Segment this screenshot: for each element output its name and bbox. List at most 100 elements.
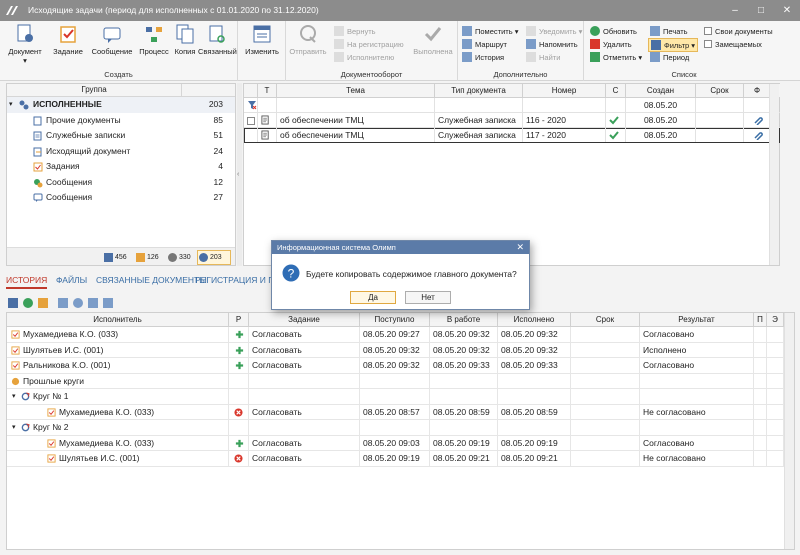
filter-badge-selected[interactable]: 203 bbox=[197, 250, 231, 265]
group-item[interactable]: Прочие документы 85 bbox=[7, 113, 235, 129]
clear-filter-icon[interactable] bbox=[247, 100, 257, 110]
new-task-button[interactable]: Задание bbox=[52, 23, 84, 56]
table-view-icon[interactable] bbox=[88, 298, 98, 308]
count-column-header[interactable] bbox=[183, 84, 235, 96]
delete-button[interactable]: Удалить bbox=[590, 38, 632, 52]
group-item[interactable]: Служебные записки 51 bbox=[7, 128, 235, 144]
row-checkbox[interactable] bbox=[247, 116, 255, 125]
folder-icon[interactable] bbox=[38, 298, 48, 308]
subject-column-header[interactable]: Тема bbox=[277, 84, 435, 97]
past-rounds-row[interactable]: Прошлые круги bbox=[7, 373, 794, 389]
dialog-close-icon[interactable]: ✕ bbox=[516, 241, 524, 254]
task-icon bbox=[11, 361, 20, 370]
send-button[interactable]: Отправить bbox=[288, 23, 328, 56]
history-scrollbar[interactable] bbox=[784, 313, 794, 549]
history-button[interactable]: История bbox=[462, 51, 504, 65]
rejected-icon bbox=[234, 454, 243, 463]
attachment-icon[interactable] bbox=[753, 115, 763, 126]
to-register-button[interactable]: На регистрацию bbox=[334, 38, 404, 52]
filter-badge[interactable]: 126 bbox=[135, 251, 159, 264]
status-column-header[interactable]: С bbox=[606, 84, 626, 97]
document-row[interactable]: об обеспечении ТМЦ Служебная записка 116… bbox=[244, 113, 780, 128]
group-column-header[interactable]: Группа bbox=[7, 84, 182, 96]
tab-files[interactable]: ФАЙЛЫ bbox=[56, 275, 87, 285]
file-column-header[interactable]: Ф bbox=[744, 84, 770, 97]
p-column-header[interactable]: П bbox=[754, 313, 767, 326]
inwork-column-header[interactable]: В работе bbox=[430, 313, 498, 326]
refresh-button[interactable]: Обновить bbox=[590, 25, 637, 39]
clock-icon[interactable] bbox=[73, 298, 83, 308]
group-item[interactable]: Исходящий документ 24 bbox=[7, 144, 235, 160]
history-row[interactable]: Шулятьев И.С. (001) Согласовать 08.05.20… bbox=[7, 451, 794, 467]
e-column-header[interactable]: Э bbox=[767, 313, 784, 326]
print-button[interactable]: Печать bbox=[650, 25, 688, 39]
task-column-header[interactable]: Задание bbox=[249, 313, 360, 326]
yes-button[interactable]: Да bbox=[350, 291, 396, 304]
edit-button[interactable]: Изменить bbox=[244, 23, 280, 56]
remind-button[interactable]: Напомнить bbox=[526, 38, 578, 52]
notify-button[interactable]: Уведомить ▾ bbox=[526, 25, 582, 39]
tree-view-icon[interactable] bbox=[58, 298, 68, 308]
number-column-header[interactable]: Номер bbox=[523, 84, 606, 97]
new-message-button[interactable]: Сообщение bbox=[90, 23, 134, 56]
linked-button[interactable]: Связанный bbox=[198, 23, 237, 56]
collapse-icon[interactable]: ▾ bbox=[12, 389, 16, 404]
period-button[interactable]: Период bbox=[650, 51, 689, 65]
attachment-icon[interactable] bbox=[753, 130, 763, 141]
no-button[interactable]: Нет bbox=[405, 291, 451, 304]
history-row[interactable]: Мухамедиева К.О. (033) Согласовать 08.05… bbox=[7, 435, 794, 451]
group-item[interactable]: Задания 4 bbox=[7, 159, 235, 175]
created-column-header[interactable]: Создан bbox=[626, 84, 696, 97]
refresh-icon[interactable] bbox=[23, 298, 33, 308]
document-list-scrollbar[interactable] bbox=[769, 84, 779, 265]
history-row[interactable]: Мухамедиева К.О. (033) Согласовать 08.05… bbox=[7, 327, 794, 343]
filter-button[interactable]: Фильтр ▾ bbox=[648, 38, 699, 52]
executed-column-header[interactable]: Исполнено bbox=[498, 313, 571, 326]
return-button[interactable]: Вернуть bbox=[334, 25, 376, 39]
collapse-icon[interactable]: ▾ bbox=[12, 420, 16, 435]
doctype-column-header[interactable]: Тип документа bbox=[435, 84, 523, 97]
substituted-checkbox[interactable]: Замещаемых bbox=[704, 38, 762, 52]
minimize-button[interactable]: – bbox=[722, 0, 748, 21]
collapse-icon[interactable]: ▾ bbox=[9, 97, 13, 113]
put-button[interactable]: Поместить ▾ bbox=[462, 25, 518, 39]
task-icon bbox=[60, 26, 76, 43]
received-column-header[interactable]: Поступило bbox=[360, 313, 430, 326]
history-row[interactable]: Ральникова К.О. (001) Согласовать 08.05.… bbox=[7, 358, 794, 374]
own-docs-checkbox[interactable]: Свои документы bbox=[704, 25, 773, 39]
history-row[interactable]: Мухамедиева К.О. (033) Согласовать 08.05… bbox=[7, 404, 794, 420]
tab-linked-documents[interactable]: СВЯЗАННЫЕ ДОКУМЕНТЫ bbox=[96, 275, 207, 285]
users-icon[interactable] bbox=[103, 298, 113, 308]
close-button[interactable]: ✕ bbox=[774, 0, 800, 21]
vertical-splitter[interactable]: ‹ bbox=[237, 83, 242, 266]
r-column-header[interactable]: Р bbox=[229, 313, 249, 326]
round-row[interactable]: ▾ Круг № 2 bbox=[7, 420, 794, 436]
question-icon: ? bbox=[282, 264, 300, 282]
to-executor-button[interactable]: Исполнителю bbox=[334, 51, 394, 65]
type-column-header[interactable]: Т bbox=[258, 84, 277, 97]
put-icon bbox=[462, 26, 472, 37]
document-row-selected[interactable]: об обеспечении ТМЦ Служебная записка 117… bbox=[244, 128, 780, 143]
find-button[interactable]: Найти bbox=[526, 51, 560, 65]
maximize-button[interactable]: □ bbox=[748, 0, 774, 21]
filter-badge[interactable]: 330 bbox=[167, 251, 191, 264]
group-root-row[interactable]: ▾ ИСПОЛНЕННЫЕ 203 bbox=[7, 97, 235, 113]
deadline-column-header[interactable]: Срок bbox=[571, 313, 640, 326]
created-filter-input[interactable]: 08.05.20 bbox=[626, 98, 696, 112]
copy-button[interactable]: Копия bbox=[172, 23, 198, 56]
round-row[interactable]: ▾ Круг № 1 bbox=[7, 389, 794, 405]
mark-button[interactable]: Отметить ▾ bbox=[590, 51, 642, 65]
new-document-button[interactable]: Документ ▾ bbox=[6, 23, 44, 65]
tab-history[interactable]: ИСТОРИЯ bbox=[6, 275, 48, 289]
executor-column-header[interactable]: Исполнитель bbox=[7, 313, 229, 326]
group-item[interactable]: Сообщения 12 bbox=[7, 175, 235, 191]
result-column-header[interactable]: Результат bbox=[640, 313, 754, 326]
route-button[interactable]: Маршрут bbox=[462, 38, 507, 52]
filter-badge[interactable]: 456 bbox=[103, 251, 127, 264]
group-item[interactable]: Сообщения 27 bbox=[7, 190, 235, 206]
deadline-column-header[interactable]: Срок bbox=[696, 84, 744, 97]
history-row[interactable]: Шулятьев И.С. (001) Согласовать 08.05.20… bbox=[7, 342, 794, 358]
edit-icon[interactable] bbox=[8, 298, 18, 308]
new-process-button[interactable]: Процесс bbox=[138, 23, 170, 56]
done-button[interactable]: Выполнена bbox=[412, 23, 454, 56]
